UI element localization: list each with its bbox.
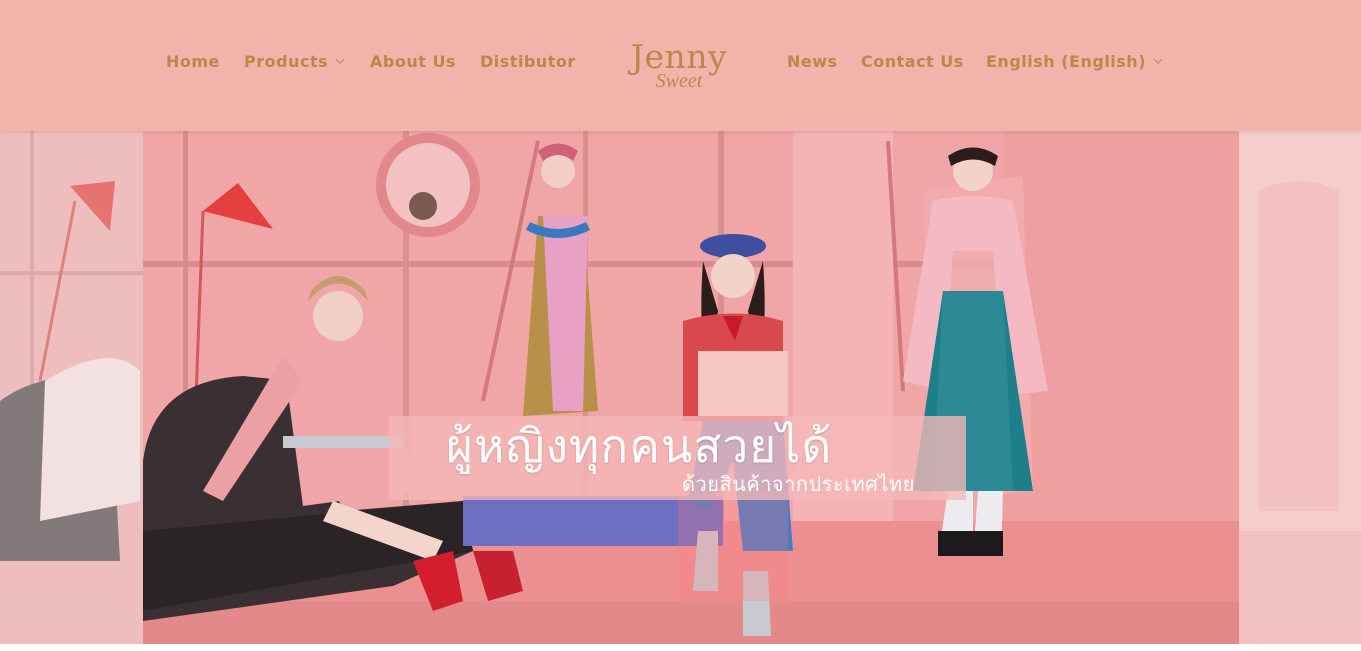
nav-distributor-label: Distibutor (480, 52, 576, 71)
language-selector[interactable]: English (English) (986, 52, 1163, 76)
next-slide-preview[interactable] (1239, 131, 1361, 644)
hero-slider (0, 131, 1361, 644)
nav-about[interactable]: About Us (370, 52, 456, 76)
nav-news-label: News (787, 52, 838, 71)
nav-contact-label: Contact Us (861, 52, 964, 71)
site-header: Home Products About Us Distibutor Jenny … (0, 0, 1361, 131)
hero-subheadline: ด้วยสินค้าจากประเทศไทย (682, 472, 915, 496)
next-slide-image (1239, 131, 1361, 644)
nav-products-label: Products (244, 52, 329, 71)
logo-text-primary: Jenny (630, 37, 728, 76)
chevron-down-icon (335, 55, 345, 64)
nav-about-label: About Us (370, 52, 456, 71)
page-bottom-strip (0, 644, 1361, 651)
nav-news[interactable]: News (787, 52, 838, 76)
nav-home[interactable]: Home (166, 52, 220, 76)
nav-contact[interactable]: Contact Us (861, 52, 964, 76)
hero-photo (143, 131, 1239, 644)
hero-banner (143, 131, 1239, 644)
chevron-down-icon (1153, 55, 1163, 64)
nav-products[interactable]: Products (244, 52, 345, 76)
nav-home-label: Home (166, 52, 220, 71)
previous-slide-image (0, 131, 143, 644)
previous-slide-preview[interactable] (0, 131, 143, 644)
language-label: English (English) (986, 52, 1147, 71)
nav-distributor[interactable]: Distibutor (480, 52, 576, 76)
hero-headline: ผู้หญิงทุกคนสวยได้ (446, 419, 833, 473)
site-logo[interactable]: Jenny Sweet (624, 40, 734, 100)
